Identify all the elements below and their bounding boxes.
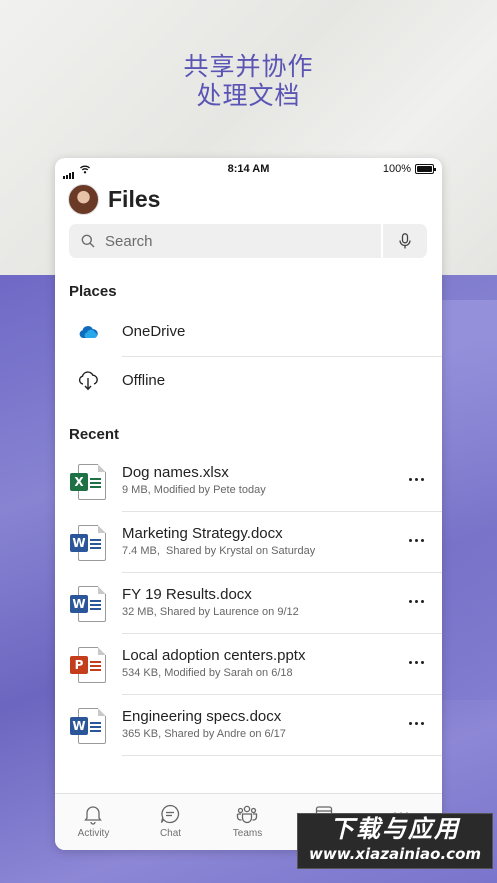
battery-indicator: 100% bbox=[382, 163, 436, 175]
onedrive-cloud-icon bbox=[75, 321, 101, 343]
word-file-icon: W bbox=[70, 525, 106, 561]
promo-line-2: 处理文档 bbox=[196, 81, 301, 110]
cloud-download-icon bbox=[75, 370, 101, 392]
file-type-badge: X bbox=[70, 473, 88, 491]
file-name: Engineering specs.docx bbox=[122, 708, 282, 725]
places-heading: Places bbox=[69, 283, 117, 300]
word-file-icon: W bbox=[70, 708, 106, 744]
tab-teams[interactable]: Teams bbox=[209, 794, 286, 850]
promo-line-1: 共享并协作 bbox=[183, 52, 314, 81]
file-name: Dog names.xlsx bbox=[122, 464, 229, 481]
more-options-button[interactable] bbox=[402, 711, 430, 735]
tab-label: Teams bbox=[232, 828, 263, 839]
watermark-logo: 下载与应用 www.xiazainiao.com bbox=[297, 813, 493, 869]
place-label: OneDrive bbox=[122, 323, 186, 340]
file-name: Marketing Strategy.docx bbox=[122, 525, 283, 542]
watermark-title: 下载与应用 bbox=[330, 815, 460, 843]
recent-heading: Recent bbox=[69, 426, 120, 443]
file-type-badge: W bbox=[70, 595, 88, 613]
file-row[interactable]: P Local adoption centers.pptx 534 KB, Modi… bbox=[55, 634, 442, 695]
place-item-offline[interactable]: Offline bbox=[55, 357, 442, 406]
bell-icon bbox=[84, 806, 102, 825]
search-bar bbox=[69, 224, 427, 258]
file-meta: 365 KB, Shared by Andre on 6/17 bbox=[122, 728, 286, 740]
more-options-button[interactable] bbox=[402, 650, 430, 674]
microphone-icon bbox=[399, 233, 411, 249]
battery-icon bbox=[415, 164, 436, 174]
chat-icon bbox=[160, 804, 180, 824]
file-row[interactable]: W Engineering specs.docx 365 KB, Shared by… bbox=[55, 695, 442, 756]
tab-label: Chat bbox=[159, 828, 182, 839]
place-label: Offline bbox=[122, 372, 166, 389]
file-name: Local adoption centers.pptx bbox=[122, 647, 306, 664]
file-name: FY 19 Results.docx bbox=[122, 586, 252, 603]
avatar[interactable] bbox=[68, 184, 99, 215]
file-type-badge: W bbox=[70, 534, 88, 552]
file-meta: 32 MB, Shared by Laurence on 9/12 bbox=[122, 606, 299, 618]
file-row[interactable]: X Dog names.xlsx 9 MB, Modified by Pete to… bbox=[55, 451, 442, 512]
powerpoint-file-icon: P bbox=[70, 647, 106, 683]
file-type-badge: P bbox=[70, 656, 88, 674]
file-meta: 9 MB, Modified by Pete today bbox=[122, 484, 266, 496]
microphone-button[interactable] bbox=[383, 224, 427, 258]
file-row[interactable]: W FY 19 Results.docx 32 MB, Shared by Laur… bbox=[55, 573, 442, 634]
search-icon bbox=[81, 234, 95, 248]
phone-screen: 8:14 AM 100% Files Places bbox=[55, 158, 442, 850]
promo-headline: 共享并协作 处理文档 bbox=[0, 52, 497, 110]
file-meta: 7.4 MB, Shared by Krystal on Saturday bbox=[122, 545, 316, 557]
page-title: Files bbox=[108, 186, 161, 212]
search-field[interactable] bbox=[69, 224, 381, 258]
more-options-button[interactable] bbox=[402, 589, 430, 613]
excel-file-icon: X bbox=[70, 464, 106, 500]
files-header: Files bbox=[68, 184, 160, 215]
tab-activity[interactable]: Activity bbox=[55, 794, 132, 850]
tab-label: Activity bbox=[77, 828, 110, 839]
search-input[interactable] bbox=[105, 232, 355, 250]
tab-chat[interactable]: Chat bbox=[132, 794, 209, 850]
more-options-button[interactable] bbox=[402, 528, 430, 552]
file-meta: 534 KB, Modified by Sarah on 6/18 bbox=[122, 667, 293, 679]
file-row[interactable]: W Marketing Strategy.docx 7.4 MB, Shared b… bbox=[55, 512, 442, 573]
more-options-button[interactable] bbox=[402, 467, 430, 491]
divider bbox=[122, 755, 442, 756]
watermark-url: www.xiazainiao.com bbox=[308, 845, 482, 863]
word-file-icon: W bbox=[70, 586, 106, 622]
place-item-onedrive[interactable]: OneDrive bbox=[55, 308, 442, 357]
teams-icon bbox=[236, 805, 258, 824]
file-type-badge: W bbox=[70, 717, 88, 735]
battery-percent: 100% bbox=[382, 163, 411, 175]
status-bar: 8:14 AM 100% bbox=[55, 158, 442, 182]
